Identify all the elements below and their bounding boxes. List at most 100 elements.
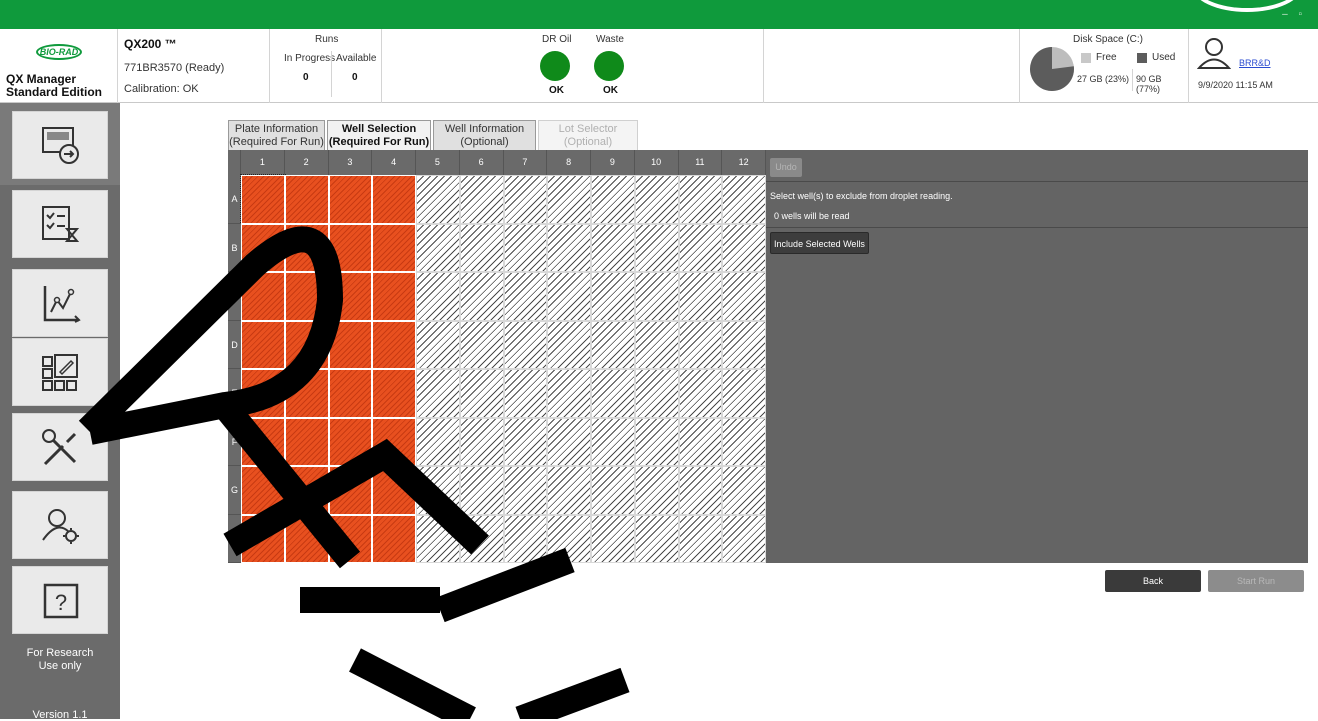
well-C2[interactable] bbox=[284, 272, 329, 321]
well-B6[interactable] bbox=[459, 223, 504, 272]
well-F9[interactable] bbox=[591, 417, 635, 466]
well-E8[interactable] bbox=[547, 369, 591, 418]
well-B3[interactable] bbox=[328, 223, 373, 272]
well-B1[interactable] bbox=[241, 223, 285, 272]
well-F4[interactable] bbox=[372, 417, 416, 466]
well-C1[interactable] bbox=[241, 272, 285, 321]
well-A8[interactable] bbox=[547, 175, 591, 224]
nav-analysis-button[interactable] bbox=[12, 269, 108, 337]
well-B12[interactable] bbox=[722, 223, 766, 272]
well-E4[interactable] bbox=[372, 369, 416, 418]
well-B10[interactable] bbox=[634, 223, 679, 272]
well-C12[interactable] bbox=[722, 272, 766, 321]
well-G12[interactable] bbox=[722, 466, 766, 515]
well-F8[interactable] bbox=[547, 417, 591, 466]
well-C5[interactable] bbox=[416, 272, 460, 321]
well-G1[interactable] bbox=[241, 466, 285, 515]
well-D4[interactable] bbox=[372, 320, 416, 369]
well-E10[interactable] bbox=[634, 369, 679, 418]
well-G6[interactable] bbox=[459, 466, 504, 515]
well-H9[interactable] bbox=[591, 514, 635, 563]
user-avatar-icon[interactable] bbox=[1197, 37, 1231, 69]
well-A3[interactable] bbox=[328, 175, 373, 224]
nav-user-settings-button[interactable] bbox=[12, 491, 108, 559]
well-H11[interactable] bbox=[678, 514, 723, 563]
column-header-7[interactable]: 7 bbox=[503, 150, 548, 175]
row-header-A[interactable]: A bbox=[228, 175, 241, 224]
well-F1[interactable] bbox=[241, 417, 285, 466]
window-controls[interactable]: – ▫ bbox=[1282, 9, 1306, 20]
well-C10[interactable] bbox=[634, 272, 679, 321]
well-G7[interactable] bbox=[503, 466, 548, 515]
column-header-10[interactable]: 10 bbox=[634, 150, 679, 175]
well-D6[interactable] bbox=[459, 320, 504, 369]
well-F3[interactable] bbox=[328, 417, 373, 466]
well-C8[interactable] bbox=[547, 272, 591, 321]
back-button[interactable]: Back bbox=[1105, 570, 1201, 592]
row-header-F[interactable]: F bbox=[228, 417, 241, 466]
column-header-1[interactable]: 1 bbox=[241, 150, 285, 175]
well-E11[interactable] bbox=[678, 369, 723, 418]
column-header-12[interactable]: 12 bbox=[722, 150, 766, 175]
well-A12[interactable] bbox=[722, 175, 766, 224]
well-D11[interactable] bbox=[678, 320, 723, 369]
nav-plate-editor-button[interactable] bbox=[12, 338, 108, 406]
well-E12[interactable] bbox=[722, 369, 766, 418]
well-D7[interactable] bbox=[503, 320, 548, 369]
well-D10[interactable] bbox=[634, 320, 679, 369]
include-selected-wells-button[interactable]: Include Selected Wells bbox=[770, 232, 869, 254]
well-E2[interactable] bbox=[284, 369, 329, 418]
well-C9[interactable] bbox=[591, 272, 635, 321]
well-D1[interactable] bbox=[241, 320, 285, 369]
well-E1[interactable] bbox=[241, 369, 285, 418]
nav-tools-button[interactable] bbox=[12, 413, 108, 481]
well-A10[interactable] bbox=[634, 175, 679, 224]
well-A2[interactable] bbox=[284, 175, 329, 224]
well-C7[interactable] bbox=[503, 272, 548, 321]
column-header-3[interactable]: 3 bbox=[328, 150, 373, 175]
column-header-2[interactable]: 2 bbox=[284, 150, 329, 175]
well-B9[interactable] bbox=[591, 223, 635, 272]
column-header-5[interactable]: 5 bbox=[416, 150, 460, 175]
well-G11[interactable] bbox=[678, 466, 723, 515]
column-header-4[interactable]: 4 bbox=[372, 150, 416, 175]
well-A6[interactable] bbox=[459, 175, 504, 224]
row-header-H[interactable]: H bbox=[228, 514, 241, 563]
well-F12[interactable] bbox=[722, 417, 766, 466]
nav-run-status-button[interactable] bbox=[12, 190, 108, 258]
well-G10[interactable] bbox=[634, 466, 679, 515]
well-G2[interactable] bbox=[284, 466, 329, 515]
well-C6[interactable] bbox=[459, 272, 504, 321]
well-H5[interactable] bbox=[416, 514, 460, 563]
column-header-9[interactable]: 9 bbox=[591, 150, 635, 175]
well-E9[interactable] bbox=[591, 369, 635, 418]
well-E5[interactable] bbox=[416, 369, 460, 418]
well-B7[interactable] bbox=[503, 223, 548, 272]
well-G9[interactable] bbox=[591, 466, 635, 515]
well-G8[interactable] bbox=[547, 466, 591, 515]
column-header-11[interactable]: 11 bbox=[678, 150, 723, 175]
tab-plate-information[interactable]: Plate Information (Required For Run) bbox=[228, 120, 325, 150]
well-D5[interactable] bbox=[416, 320, 460, 369]
well-H3[interactable] bbox=[328, 514, 373, 563]
well-G3[interactable] bbox=[328, 466, 373, 515]
well-A7[interactable] bbox=[503, 175, 548, 224]
well-B11[interactable] bbox=[678, 223, 723, 272]
well-E7[interactable] bbox=[503, 369, 548, 418]
well-H2[interactable] bbox=[284, 514, 329, 563]
undo-button[interactable]: Undo bbox=[770, 158, 802, 177]
well-A4[interactable] bbox=[372, 175, 416, 224]
well-D3[interactable] bbox=[328, 320, 373, 369]
well-D12[interactable] bbox=[722, 320, 766, 369]
column-header-8[interactable]: 8 bbox=[547, 150, 591, 175]
well-G5[interactable] bbox=[416, 466, 460, 515]
well-B2[interactable] bbox=[284, 223, 329, 272]
row-header-G[interactable]: G bbox=[228, 466, 241, 515]
well-H8[interactable] bbox=[547, 514, 591, 563]
well-D2[interactable] bbox=[284, 320, 329, 369]
well-G4[interactable] bbox=[372, 466, 416, 515]
well-F6[interactable] bbox=[459, 417, 504, 466]
user-name-link[interactable]: BRR&D bbox=[1239, 58, 1271, 68]
well-H4[interactable] bbox=[372, 514, 416, 563]
well-B4[interactable] bbox=[372, 223, 416, 272]
